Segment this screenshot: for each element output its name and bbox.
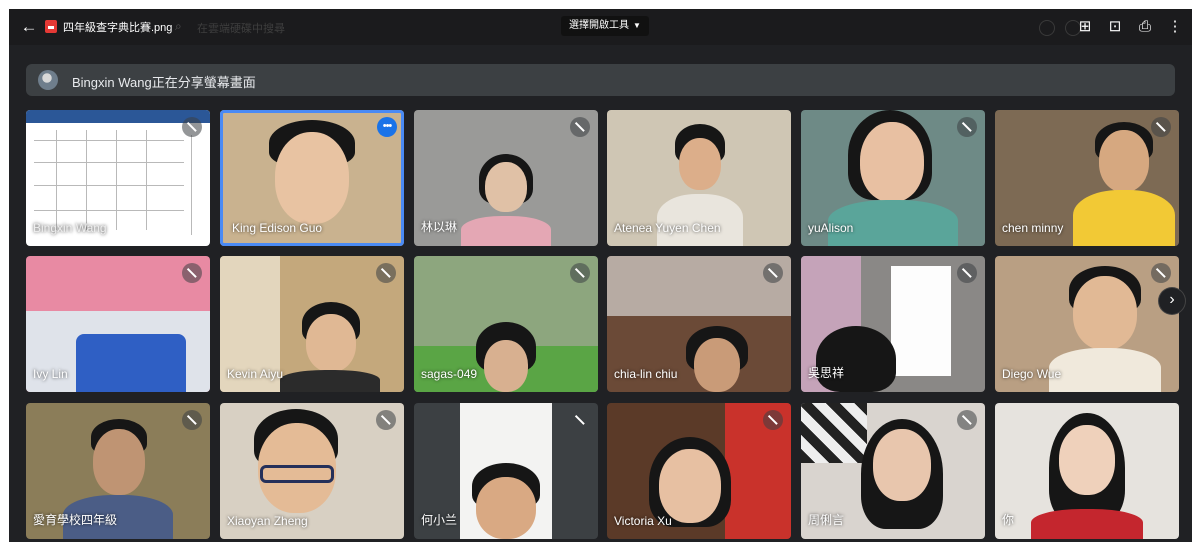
participant-name: yuAlison xyxy=(808,221,854,235)
participant-name: Ivy Lin xyxy=(33,367,68,381)
file-name: 四年級查字典比賽.png xyxy=(63,22,173,34)
participant-tile[interactable]: sagas-049 xyxy=(414,256,598,392)
participant-name: Xiaoyan Zheng xyxy=(227,514,308,528)
participant-tile[interactable]: 何小兰 xyxy=(414,403,598,539)
participant-tile-active[interactable]: ••• King Edison Guo xyxy=(220,110,404,246)
mic-off-icon xyxy=(570,263,590,283)
more-options-button[interactable]: ••• xyxy=(377,117,397,137)
participant-tile[interactable]: 愛育學校四年級 xyxy=(26,403,210,539)
participant-tile[interactable]: Diego Wue xyxy=(995,256,1179,392)
mic-off-icon xyxy=(182,117,202,137)
participant-name: 林以琳 xyxy=(421,220,458,234)
mic-off-icon xyxy=(570,410,590,430)
participant-tile[interactable]: chen minny xyxy=(995,110,1179,246)
emoji-icon xyxy=(1039,20,1055,36)
participant-name: 周俐言 xyxy=(808,513,845,527)
participant-name: Bingxin Wang xyxy=(33,221,107,235)
participant-tile[interactable]: 林以琳 xyxy=(414,110,598,246)
mic-off-icon xyxy=(957,410,977,430)
viewer-toolbar: ← 四年級查字典比賽.png ⌕ 在雲端硬碟中搜尋 選擇開啟工具 ▼ ⊞ ⊡ ⎙ … xyxy=(9,9,1192,45)
mic-off-icon xyxy=(376,410,396,430)
participant-name: chen minny xyxy=(1002,221,1064,235)
mic-off-icon xyxy=(957,117,977,137)
avatar xyxy=(38,70,58,90)
mic-off-icon xyxy=(182,263,202,283)
participant-name: 愛育學校四年級 xyxy=(33,513,118,527)
participant-name: sagas-049 xyxy=(421,367,478,381)
printer-icon[interactable]: ⎙ xyxy=(1135,17,1155,37)
participant-tile[interactable]: Atenea Yuyen Chen xyxy=(607,110,791,246)
mic-off-icon xyxy=(376,263,396,283)
participant-tile[interactable]: 吳思祥 xyxy=(801,256,985,392)
mic-off-icon xyxy=(1151,117,1171,137)
image-file-icon xyxy=(45,20,57,33)
share-text: Bingxin Wang正在分享螢幕畫面 xyxy=(72,75,256,90)
participant-name: 你 xyxy=(1002,513,1015,527)
meet-window: ← 四年級查字典比賽.png ⌕ 在雲端硬碟中搜尋 選擇開啟工具 ▼ ⊞ ⊡ ⎙ … xyxy=(9,9,1192,542)
participant-name: King Edison Guo xyxy=(232,221,323,235)
search-input[interactable]: 在雲端硬碟中搜尋 xyxy=(197,20,285,36)
open-with-label: 選擇開啟工具 xyxy=(569,20,629,31)
participant-name: Victoria Xu xyxy=(614,514,672,528)
participant-name: 何小兰 xyxy=(421,513,458,527)
participant-tile[interactable]: Ivy Lin xyxy=(26,256,210,392)
open-with-button[interactable]: 選擇開啟工具 ▼ xyxy=(561,16,649,36)
participant-name: Kevin Aiyu xyxy=(227,367,284,381)
participant-tile-self[interactable]: 你 xyxy=(995,403,1179,539)
arrow-left-icon[interactable]: ← xyxy=(19,17,39,37)
participant-name: Atenea Yuyen Chen xyxy=(614,221,721,235)
mic-off-icon xyxy=(957,263,977,283)
screen-share-banner: Bingxin Wang正在分享螢幕畫面 xyxy=(26,64,1175,96)
participant-name: 吳思祥 xyxy=(808,366,845,380)
participant-name: Diego Wue xyxy=(1002,367,1062,381)
mic-off-icon xyxy=(763,410,783,430)
caret-down-icon: ▼ xyxy=(633,21,641,30)
participant-tile[interactable]: yuAlison xyxy=(801,110,985,246)
mic-off-icon xyxy=(570,117,590,137)
mic-off-icon xyxy=(182,410,202,430)
participant-tile[interactable]: 周俐言 xyxy=(801,403,985,539)
participant-tile[interactable]: Xiaoyan Zheng xyxy=(220,403,404,539)
add-to-drive-icon[interactable]: ⊞ xyxy=(1075,17,1095,37)
chevron-right-icon[interactable]: › xyxy=(1159,288,1185,314)
more-vert-icon[interactable]: ⋮ xyxy=(1165,17,1185,37)
mic-off-icon xyxy=(763,263,783,283)
participant-tile[interactable]: Bingxin Wang xyxy=(26,110,210,246)
search-icon[interactable]: ⌕ xyxy=(175,19,189,33)
participant-tile[interactable]: chia-lin chiu xyxy=(607,256,791,392)
participant-name: chia-lin chiu xyxy=(614,367,678,381)
participant-tile[interactable]: Kevin Aiyu xyxy=(220,256,404,392)
participant-tile[interactable]: Victoria Xu xyxy=(607,403,791,539)
open-in-new-window-icon[interactable]: ⊡ xyxy=(1105,17,1125,37)
mic-off-icon xyxy=(1151,263,1171,283)
